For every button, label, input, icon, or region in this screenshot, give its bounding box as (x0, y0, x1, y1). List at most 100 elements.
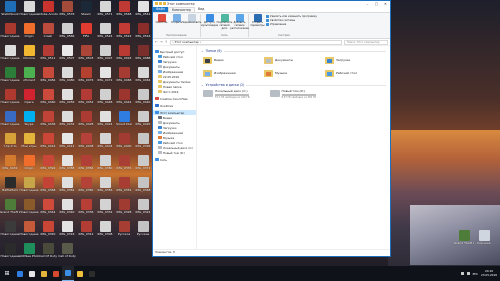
desktop-icon[interactable]: FIFA (77, 23, 95, 46)
taskbar-app[interactable] (26, 266, 38, 281)
desktop-icon[interactable]: IMG_0484 (39, 67, 57, 90)
desktop-icon[interactable]: Новогодние (1, 243, 19, 266)
desktop-icon[interactable]: IMG_0522 (115, 23, 133, 46)
language-indicator[interactable]: РУС (473, 272, 478, 276)
desktop-icon[interactable]: IMG_0428 (77, 111, 95, 134)
taskbar-app[interactable] (14, 266, 26, 281)
desktop-icon[interactable]: IMG_0396 (134, 133, 152, 156)
desktop-icon[interactable]: IMG_0356 (96, 177, 114, 200)
properties-icon[interactable] (159, 2, 162, 5)
desktop-icon[interactable]: IMG_0340 (58, 199, 76, 222)
desktop-icon[interactable]: IMG_0507 (58, 45, 76, 68)
desktop-icon[interactable]: IMG_0576 (58, 1, 76, 24)
desktop-icon[interactable]: Мои игры (20, 133, 38, 156)
drive-item[interactable]: Новый том (D:) 8,57 ГБ свободно из 365 ГБ (269, 89, 316, 99)
taskbar-app[interactable] (38, 266, 50, 281)
desktop-icon[interactable]: IMG_0352 (115, 177, 133, 200)
desktop-icon[interactable]: IMG_0364 (58, 177, 76, 200)
desktop-icon[interactable]: IMG_0344 (39, 199, 57, 222)
desktop-icon[interactable]: IMG_0440 (134, 89, 152, 112)
desktop-icon[interactable]: Русское (115, 221, 133, 244)
desktop-icon[interactable]: IMG_0388 (58, 155, 76, 178)
desktop-icon[interactable]: Adobe Acrobat (38, 1, 58, 24)
desktop-icon[interactable]: Opera (20, 89, 38, 112)
desktop-icon[interactable]: IMG_0348 (134, 177, 152, 200)
desktop-icon[interactable]: Call of Duty (58, 243, 76, 266)
desktop-icon[interactable]: IMG_0468 (115, 67, 133, 90)
desktop-icon[interactable]: IMG_0516 (134, 23, 152, 46)
desktop-icon[interactable]: Sketchbook (1, 1, 19, 24)
desktop-icon[interactable]: IMG_0524 (96, 23, 114, 46)
desktop-icon[interactable]: IMG_0432 (58, 111, 76, 134)
folder-item[interactable]: Документы (264, 55, 325, 64)
properties-button[interactable]: Свойства (155, 14, 168, 34)
clock[interactable]: 20:16 23.05.2016 (481, 269, 497, 277)
desktop-icon[interactable]: IMG_0476 (77, 67, 95, 90)
desktop-icon[interactable]: Chrome (20, 45, 38, 68)
desktop-icon[interactable]: IMG_0460 (39, 89, 57, 112)
taskbar-app[interactable] (74, 266, 86, 281)
desktop-icon[interactable]: Battlefield (1, 177, 19, 200)
desktop-icon[interactable]: IMG_0464 (134, 67, 152, 90)
desktop-icon[interactable]: Новогодние (1, 89, 19, 112)
desktop-icon[interactable]: IMG_0372 (134, 155, 152, 178)
desktop-icon[interactable]: IMG_0566 (58, 23, 76, 46)
desktop-icon[interactable]: Smart Dial (115, 111, 133, 134)
desktop-icon[interactable]: Call Of Duty (39, 243, 57, 266)
desktop-icon[interactable]: Новогодние (20, 221, 38, 244)
desktop-icon[interactable]: IMG_0376 (115, 155, 133, 178)
open-settings-button[interactable]: Открыть параметры (250, 14, 265, 34)
desktop-icon[interactable]: Новогодние (20, 199, 38, 222)
search-input[interactable]: Поиск: Этот компьютер (344, 39, 388, 45)
network-icon[interactable] (460, 272, 464, 275)
new-folder-icon[interactable] (163, 2, 166, 5)
desktop-icon[interactable]: IMG_0380 (96, 155, 114, 178)
taskbar-app[interactable] (62, 266, 74, 281)
desktop-icon[interactable]: IMG_0456 (58, 89, 76, 112)
folder-item[interactable]: Видео (203, 55, 264, 64)
system-properties-link[interactable]: Свойства системы (266, 19, 317, 22)
desktop-icon[interactable]: Новогодние (1, 221, 19, 244)
maximize-button[interactable]: ▢ (372, 1, 381, 7)
desktop-icon[interactable]: Grand Theft Auto V (454, 230, 474, 253)
tab-file[interactable]: Файл (153, 7, 168, 12)
close-button[interactable]: ✕ (381, 1, 390, 7)
desktop-icon[interactable]: IMG_0404 (96, 133, 114, 156)
desktop-icon[interactable]: IMG_0480 (58, 67, 76, 90)
desktop-icon[interactable]: IMG_0503 (77, 45, 95, 68)
desktop-icon[interactable]: IMG_0312 (77, 221, 95, 244)
add-network-location-button[interactable]: Добавить сетевое расположение (230, 14, 249, 34)
desktop-icon[interactable]: Origin (20, 155, 38, 178)
tab-computer[interactable]: Компьютер (167, 7, 195, 12)
desktop-icon[interactable]: Новогодние (1, 67, 19, 90)
desktop-icon[interactable]: Новогодние (1, 45, 19, 68)
desktop-icon[interactable]: Origin (20, 23, 38, 46)
desktop-icon[interactable]: IMG_0444 (115, 89, 133, 112)
taskbar-app[interactable] (86, 266, 98, 281)
desktop-icon[interactable]: IMG_0332 (96, 199, 114, 222)
folder-item[interactable]: Изображения (203, 68, 264, 77)
taskbar-app[interactable] (50, 266, 62, 281)
desktop-icon[interactable]: IMG_0497 (96, 45, 114, 68)
desktop-icon[interactable]: IMG_0493 (115, 45, 133, 68)
desktop-icon[interactable]: Русские (134, 221, 152, 244)
desktop-icon[interactable]: IMG_0511 (39, 45, 57, 68)
desktop-icon[interactable]: IMG_0324 (134, 199, 152, 222)
folders-section-header[interactable]: ⌄ Папки (6) (201, 49, 386, 53)
minimize-button[interactable]: – (363, 1, 372, 7)
start-button[interactable]: ⊞ (0, 266, 14, 281)
map-network-drive-button[interactable]: Подключить сетевой диск (217, 14, 232, 34)
desktop-icon[interactable]: IMG_0360 (77, 177, 95, 200)
desktop-icon[interactable]: IMG_0412 (58, 133, 76, 156)
address-field[interactable]: › Этот компьютер › (169, 39, 342, 45)
volume-icon[interactable] (466, 272, 470, 275)
desktop-icon[interactable]: IMG_0316 (58, 221, 76, 244)
desktop-icon[interactable]: Y-hp it to (1, 133, 19, 156)
desktop-icon[interactable]: IMG_0400 (115, 133, 133, 156)
folder-icon[interactable] (155, 2, 158, 5)
desktop-icon[interactable]: IMG_0488 (134, 45, 152, 68)
desktop-icon[interactable]: IMG_0571 (96, 1, 114, 24)
desktop-icon[interactable]: Steam (77, 1, 95, 24)
desktop-icon[interactable]: Новогодние (20, 1, 38, 24)
desktop-icon[interactable]: IMG_0416 (39, 133, 57, 156)
